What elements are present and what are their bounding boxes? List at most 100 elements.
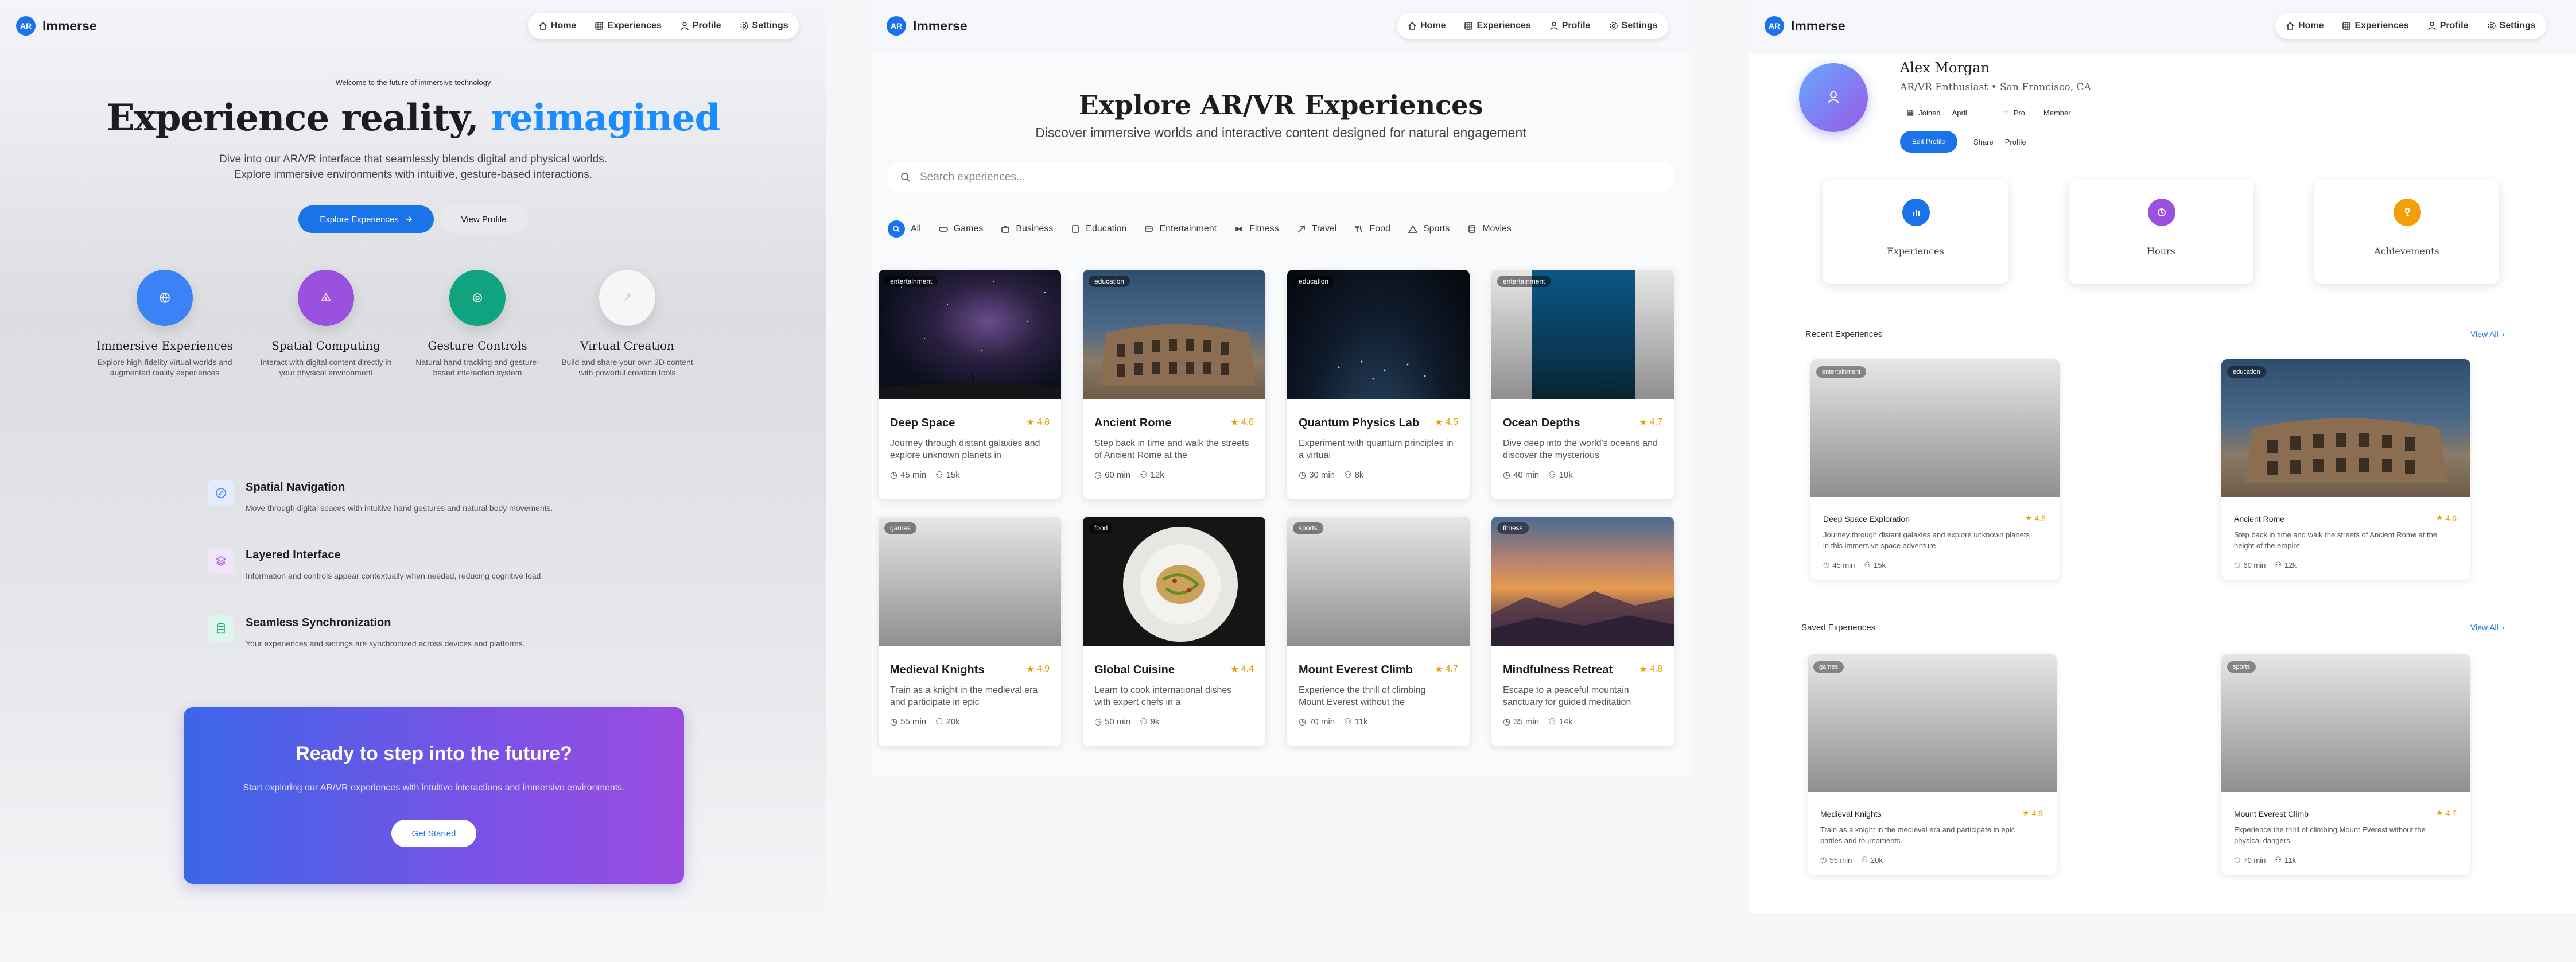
get-started-button[interactable]: Get Started bbox=[391, 820, 476, 847]
clock-icon: ◷ bbox=[1094, 717, 1102, 727]
bar-chart-icon bbox=[1913, 210, 1920, 216]
experience-card[interactable]: food Global Cuisine ★ 4.4 Learn to cook i… bbox=[1083, 517, 1265, 746]
category-food[interactable]: Food bbox=[1355, 224, 1390, 234]
feature-row-desc: Your experiences and settings are synchr… bbox=[246, 639, 525, 648]
star-icon: ★ bbox=[2435, 808, 2443, 817]
card-meta: ◷ 35 min ⚇ 14k bbox=[1503, 716, 1573, 727]
category-entertainment[interactable]: Entertainment bbox=[1144, 224, 1217, 234]
avatar[interactable] bbox=[1799, 63, 1868, 132]
card-title: Global Cuisine bbox=[1094, 664, 1175, 676]
duration-value: 60 min bbox=[2243, 560, 2266, 569]
experience-card[interactable]: sports Mount Everest Climb ★ 4.7 Experien… bbox=[1287, 517, 1470, 746]
edit-profile-button[interactable]: Edit Profile bbox=[1900, 131, 1957, 153]
card-title: Ocean Depths bbox=[1503, 417, 1580, 429]
gamepad-icon bbox=[939, 227, 948, 232]
card-image-quantum-lab bbox=[1287, 270, 1470, 399]
card-desc: Escape to a peaceful mountain sanctuary … bbox=[1503, 685, 1631, 707]
nav-home[interactable]: Home bbox=[1408, 21, 1446, 31]
explore-experiences-label: Explore Experiences bbox=[320, 214, 399, 224]
nav-profile[interactable]: Profile bbox=[2427, 21, 2469, 31]
category-education[interactable]: Education bbox=[1071, 224, 1126, 234]
experience-card[interactable]: education Ancient Rome ★ 4.6 Step back in… bbox=[1083, 270, 1265, 499]
joined-value: April bbox=[1952, 108, 1967, 117]
hero-title-accent: reimagined bbox=[491, 96, 720, 139]
card-meta: ◷ 55 min ⚇ 20k bbox=[1820, 855, 1883, 864]
logo[interactable]: AR Immerse bbox=[887, 16, 968, 36]
view-all-label: View All bbox=[2470, 329, 2499, 339]
experience-card[interactable]: entertainment Ocean Depths ★ 4.7 Dive dee… bbox=[1491, 270, 1674, 499]
share-profile-button[interactable]: Share Profile bbox=[1973, 138, 2026, 146]
duration: ◷ 55 min bbox=[890, 716, 926, 727]
card-tag: games bbox=[1813, 661, 1844, 673]
stat-hours[interactable]: Hours bbox=[2069, 180, 2253, 284]
category-fitness[interactable]: Fitness bbox=[1234, 224, 1279, 234]
users: ⚇ 9k bbox=[1140, 716, 1159, 727]
saved-experience-card[interactable]: games Medieval Knights ★ 4.9 Train as a k… bbox=[1808, 654, 2057, 875]
category-movies[interactable]: Movies bbox=[1467, 224, 1512, 234]
clock-icon: ◷ bbox=[1503, 470, 1511, 480]
star-icon: ★ bbox=[1639, 418, 1648, 428]
logo[interactable]: AR Immerse bbox=[1765, 16, 1845, 36]
explore-page: AR Immerse Home Experiences Profile Sett… bbox=[871, 0, 1691, 775]
recent-experience-card[interactable]: education Ancient Rome ★ 4.6 Step back in… bbox=[2221, 359, 2470, 580]
users-icon: ⚇ bbox=[935, 717, 943, 727]
experience-card[interactable]: education Quantum Physics Lab ★ 4.5 Exper… bbox=[1287, 270, 1470, 499]
nav-settings[interactable]: Settings bbox=[740, 21, 788, 31]
clock-icon: ◷ bbox=[1823, 560, 1830, 569]
nav-home[interactable]: Home bbox=[538, 21, 576, 31]
duration-value: 40 min bbox=[1513, 470, 1540, 480]
users: ⚇ 8k bbox=[1344, 470, 1363, 480]
share-value: Profile bbox=[2004, 138, 2026, 146]
nav-settings[interactable]: Settings bbox=[1609, 21, 1658, 31]
experience-card[interactable]: games Medieval Knights ★ 4.9 Train as a k… bbox=[879, 517, 1061, 746]
stat-experiences[interactable]: Experiences bbox=[1823, 180, 2008, 284]
saved-experience-card[interactable]: sports Mount Everest Climb ★ 4.7 Experien… bbox=[2221, 654, 2470, 875]
mountain-icon bbox=[1408, 225, 1417, 233]
nav-profile[interactable]: Profile bbox=[680, 21, 721, 31]
nav-experiences[interactable]: Experiences bbox=[1464, 21, 1531, 31]
plane-icon bbox=[1297, 225, 1306, 233]
logo[interactable]: AR Immerse bbox=[16, 16, 97, 36]
stat-achievements[interactable]: Achievements bbox=[2314, 180, 2499, 284]
card-rating: ★ 4.8 bbox=[1026, 417, 1050, 428]
category-travel[interactable]: Travel bbox=[1297, 224, 1337, 234]
card-image-ocean-depths bbox=[1491, 270, 1674, 399]
card-meta: ◷ 55 min ⚇ 20k bbox=[890, 716, 960, 727]
card-meta: ◷ 30 min ⚇ 8k bbox=[1299, 470, 1363, 480]
card-rating: ★ 4.7 bbox=[1639, 417, 1662, 428]
category-games[interactable]: Games bbox=[939, 224, 984, 234]
nav-experiences[interactable]: Experiences bbox=[2342, 21, 2409, 31]
explore-experiences-button[interactable]: Explore Experiences bbox=[298, 205, 434, 233]
users: ⚇ 14k bbox=[1548, 716, 1573, 727]
card-title: Ancient Rome bbox=[1094, 417, 1172, 429]
feature-row-title: Spatial Navigation bbox=[246, 481, 345, 494]
category-business[interactable]: Business bbox=[1001, 224, 1053, 234]
category-all[interactable]: All bbox=[888, 220, 921, 238]
nav-experiences[interactable]: Experiences bbox=[595, 21, 662, 31]
nav-settings[interactable]: Settings bbox=[2487, 21, 2536, 31]
card-title: Quantum Physics Lab bbox=[1299, 417, 1420, 429]
saved-view-all-link[interactable]: View All › bbox=[2470, 623, 2504, 632]
card-rating-value: 4.4 bbox=[1241, 664, 1254, 674]
card-image-deep-space bbox=[879, 270, 1061, 399]
card-meta: ◷ 70 min ⚇ 11k bbox=[2234, 855, 2296, 864]
landing-page: AR Immerse Home Experiences Profile Sett… bbox=[0, 0, 826, 913]
feature-row-sync: Seamless Synchronization Your experience… bbox=[208, 615, 586, 655]
view-profile-button[interactable]: View Profile bbox=[440, 205, 528, 233]
gear-icon bbox=[2487, 22, 2496, 30]
recent-experience-card[interactable]: entertainment Deep Space Exploration ★ 4.… bbox=[1810, 359, 2060, 580]
category-label: Games bbox=[953, 224, 984, 234]
nav-home[interactable]: Home bbox=[2286, 21, 2324, 31]
calendar-icon: ▦ bbox=[1907, 108, 1914, 117]
nav-profile[interactable]: Profile bbox=[1549, 21, 1591, 31]
experience-card[interactable]: entertainment Deep Space ★ 4.8 Journey th… bbox=[879, 270, 1061, 499]
users-icon: ⚇ bbox=[1140, 470, 1148, 480]
experience-card[interactable]: fitness Mindfulness Retreat ★ 4.8 Escape … bbox=[1491, 517, 1674, 746]
cta-title: Ready to step into the future? bbox=[296, 743, 572, 765]
duration: ◷ 40 min bbox=[1503, 470, 1539, 480]
search-bar[interactable]: Search experiences... bbox=[887, 162, 1675, 193]
category-sports[interactable]: Sports bbox=[1408, 224, 1450, 234]
users-icon: ⚇ bbox=[935, 470, 943, 480]
card-tag: entertainment bbox=[884, 276, 938, 287]
recent-view-all-link[interactable]: View All › bbox=[2470, 329, 2504, 339]
